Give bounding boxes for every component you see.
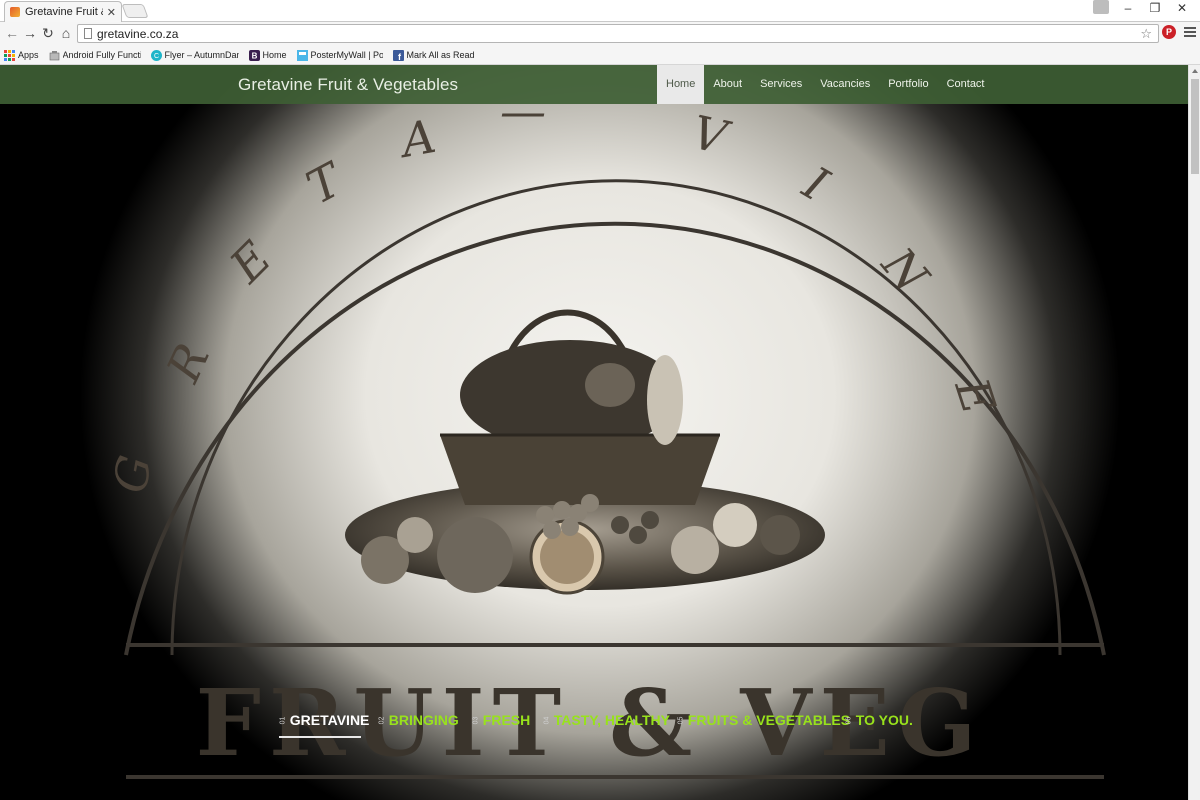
slogan-active-underline xyxy=(279,736,361,738)
svg-text:I: I xyxy=(794,155,838,212)
scroll-up-arrow-icon[interactable] xyxy=(1192,69,1198,73)
slogan-item[interactable]: 05 FRUITS & VEGETABLES xyxy=(677,708,850,732)
slogan-number: 01 xyxy=(279,716,287,724)
scrollbar-thumb[interactable] xyxy=(1191,79,1199,174)
android-icon xyxy=(49,50,59,60)
forward-arrow-icon[interactable]: → xyxy=(22,25,38,41)
slogan-text: BRINGING xyxy=(388,712,459,728)
home-icon[interactable]: ⌂ xyxy=(58,25,74,41)
nav-contact[interactable]: Contact xyxy=(938,65,994,104)
nav-about[interactable]: About xyxy=(704,65,751,104)
pinterest-extension-icon[interactable]: P xyxy=(1162,25,1176,39)
bookmark-android[interactable]: Android Fully Functio xyxy=(49,50,141,61)
bookmark-label: Apps xyxy=(18,50,39,60)
svg-text:R: R xyxy=(156,335,220,390)
website-viewport: G R E T A — V I N E FRUIT & VEG Gretavin… xyxy=(0,65,1188,800)
svg-text:G: G xyxy=(103,451,163,497)
bookmark-mark-all-read[interactable]: f Mark All as Read xyxy=(392,49,475,61)
slogan-text: TO YOU. xyxy=(855,712,913,728)
svg-text:E: E xyxy=(219,231,282,294)
svg-text:C: C xyxy=(153,53,158,60)
slogan-slider-nav: 01 GRETAVINE 02 BRINGING 03 FRESH 04 TAS… xyxy=(0,708,1188,738)
page-icon xyxy=(84,28,92,39)
browser-tab-strip: Gretavine Fruit & Veg ✕ – ❐ ✕ xyxy=(0,0,1200,22)
bookmark-flyer[interactable]: C Flyer – AutumnDance xyxy=(150,49,239,61)
browser-toolbar: ← → ↻ ⌂ gretavine.co.za ☆ xyxy=(0,22,1200,46)
svg-text:B: B xyxy=(251,51,257,60)
main-nav: Home About Services Vacancies Portfolio … xyxy=(657,65,994,104)
close-tab-icon[interactable]: ✕ xyxy=(107,6,116,19)
slogan-item[interactable]: 03 FRESH xyxy=(472,708,530,732)
profile-icon[interactable] xyxy=(1093,0,1109,14)
bookmark-label: Mark All as Read xyxy=(406,50,475,60)
slogan-number: 06 xyxy=(845,716,853,724)
facebook-icon: f xyxy=(392,49,404,61)
site-favicon-icon xyxy=(10,7,20,17)
address-bar[interactable]: gretavine.co.za ☆ xyxy=(77,24,1159,43)
page-scrollbar[interactable] xyxy=(1188,65,1200,800)
bookmark-home[interactable]: B Home xyxy=(248,49,287,61)
site-brand[interactable]: Gretavine Fruit & Vegetables xyxy=(238,75,458,95)
bookmark-apps[interactable]: Apps xyxy=(4,49,39,61)
slogan-number: 04 xyxy=(543,716,551,724)
nav-home[interactable]: Home xyxy=(657,65,705,104)
canva-icon: C xyxy=(150,49,162,61)
svg-text:A: A xyxy=(394,109,440,169)
nav-services[interactable]: Services xyxy=(751,65,811,104)
chrome-menu-icon[interactable] xyxy=(1184,24,1196,40)
svg-text:V: V xyxy=(688,105,736,166)
tab-title: Gretavine Fruit & Veg xyxy=(25,6,103,18)
back-arrow-icon[interactable]: ← xyxy=(4,25,20,41)
svg-text:T: T xyxy=(298,151,353,215)
apps-grid-icon xyxy=(4,49,15,61)
slogan-item[interactable]: 01 GRETAVINE xyxy=(279,708,369,732)
bookmark-label: PosterMyWall | Poste xyxy=(310,50,383,60)
slogan-text: TASTY, HEALTHY xyxy=(553,712,670,728)
bookmark-postermywall[interactable]: PosterMyWall | Poste xyxy=(296,49,383,61)
slogan-item[interactable]: 04 TASTY, HEALTHY xyxy=(543,708,670,732)
bookmark-label: Android Fully Functio xyxy=(62,50,141,60)
gretavine-logo-graphic: G R E T A — V I N E FRUIT & VEG xyxy=(103,84,1106,779)
slogan-text: FRESH xyxy=(482,712,531,728)
bookmark-star-icon[interactable]: ☆ xyxy=(1140,26,1152,42)
site-navbar: Gretavine Fruit & Vegetables Home About … xyxy=(0,65,1188,104)
slogan-text: FRUITS & VEGETABLES xyxy=(687,712,851,728)
url-text: gretavine.co.za xyxy=(97,26,179,41)
browser-tab[interactable]: Gretavine Fruit & Veg ✕ xyxy=(4,1,122,22)
bootstrap-icon: B xyxy=(248,49,260,61)
slogan-item[interactable]: 06 TO YOU. xyxy=(845,708,913,732)
bookmarks-bar: Apps Android Fully Functio C Flyer – Aut… xyxy=(0,46,1200,65)
restore-icon[interactable]: ❐ xyxy=(1143,0,1167,16)
new-tab-button[interactable] xyxy=(121,4,149,18)
svg-text:N: N xyxy=(871,237,940,305)
slogan-item[interactable]: 02 BRINGING xyxy=(378,708,459,732)
reload-icon[interactable]: ↻ xyxy=(40,25,56,41)
slogan-number: 02 xyxy=(378,716,386,724)
nav-vacancies[interactable]: Vacancies xyxy=(811,65,879,104)
minimize-icon[interactable]: – xyxy=(1116,0,1140,16)
slogan-text: GRETAVINE xyxy=(289,712,370,728)
close-window-icon[interactable]: ✕ xyxy=(1170,0,1194,16)
hero-logo-image: G R E T A — V I N E FRUIT & VEG xyxy=(0,65,1188,800)
slogan-number: 03 xyxy=(472,716,480,724)
slogan-number: 05 xyxy=(677,716,685,724)
postermywall-icon xyxy=(296,49,308,61)
nav-portfolio[interactable]: Portfolio xyxy=(879,65,937,104)
fruit-basket-image xyxy=(345,309,825,595)
bookmark-label: Home xyxy=(262,50,287,60)
bookmark-label: Flyer – AutumnDance xyxy=(164,50,239,60)
